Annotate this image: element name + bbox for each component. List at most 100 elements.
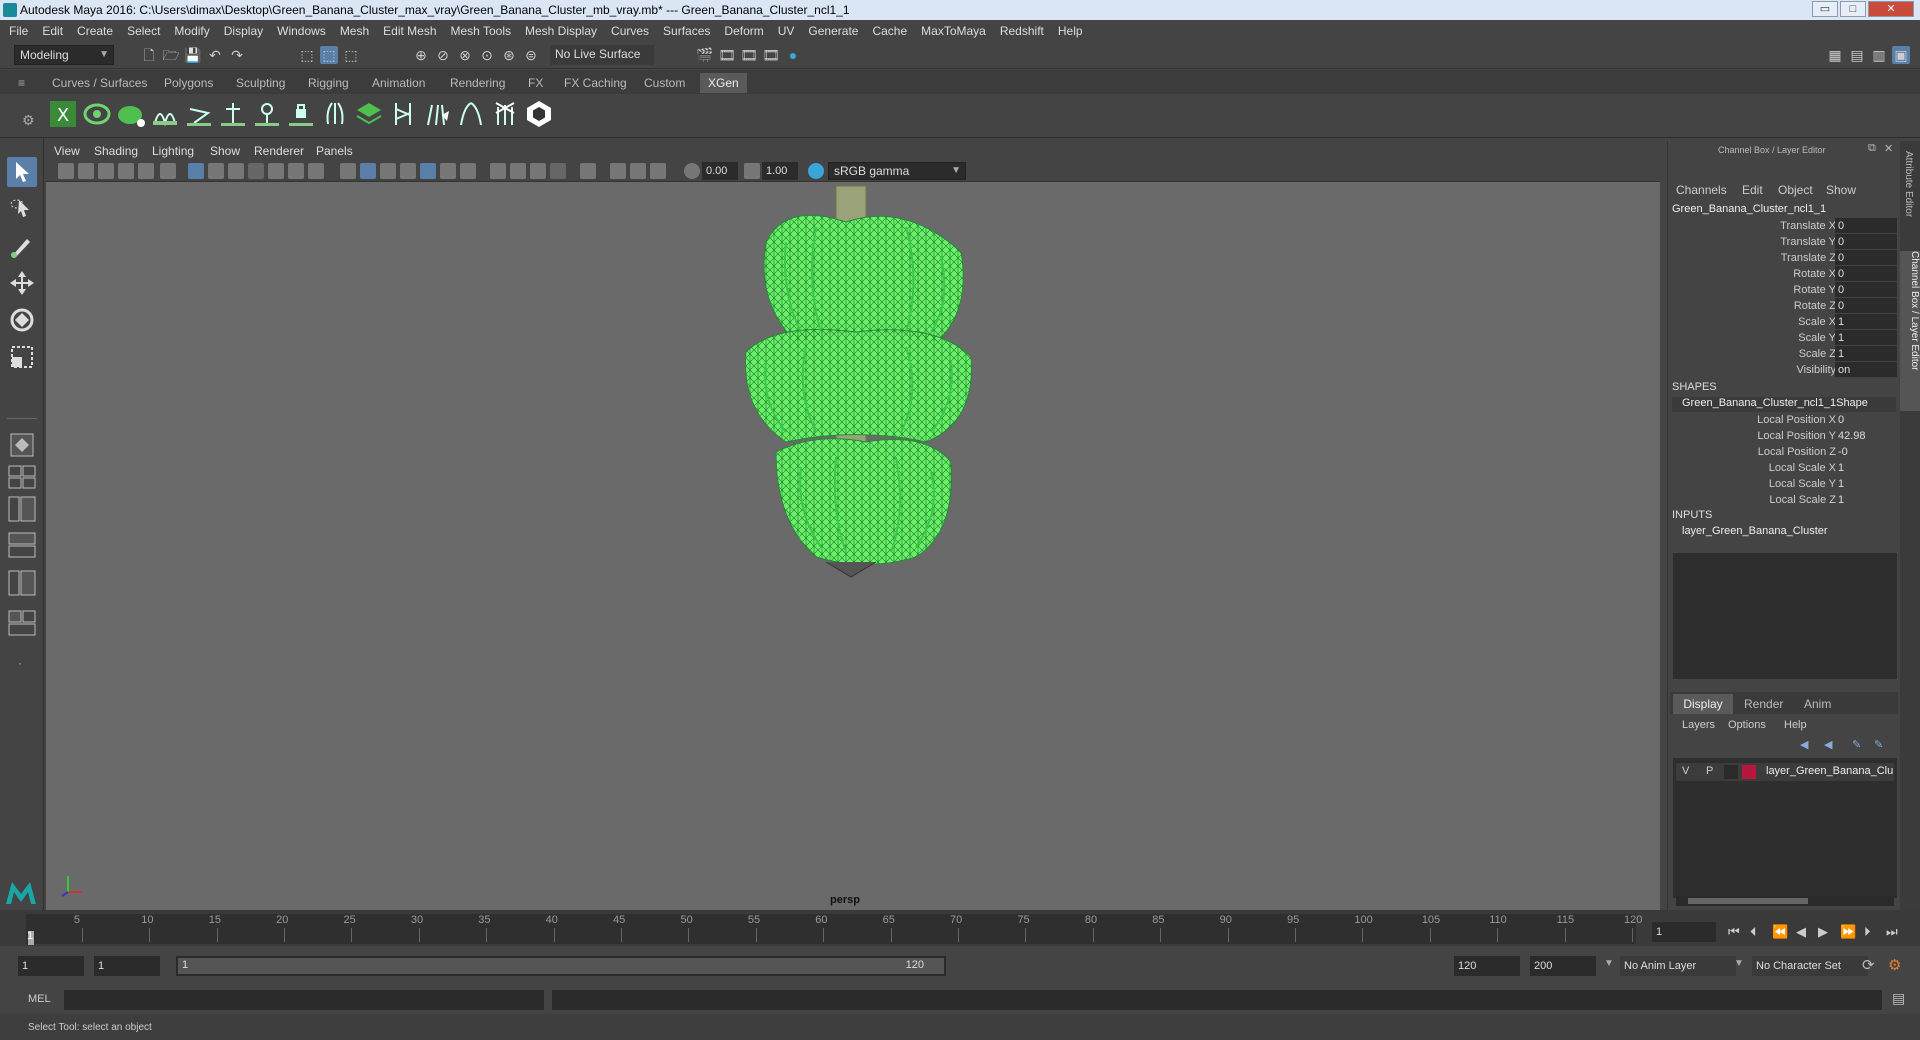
move-tool-icon[interactable]	[7, 268, 37, 298]
bookmark-icon[interactable]	[98, 163, 114, 179]
channel-row[interactable]: Rotate Z0	[1670, 298, 1898, 314]
shape-channel-row[interactable]: Local Scale Y1	[1670, 476, 1898, 492]
character-set-dropdown[interactable]: No Character Set	[1752, 956, 1868, 976]
exposure-icon[interactable]	[684, 163, 700, 179]
persp-graph-layout-icon[interactable]	[7, 530, 37, 560]
attribute-editor-tab[interactable]: Attribute Editor	[1903, 151, 1914, 217]
menu-select[interactable]: Select	[127, 24, 160, 38]
grease-pencil-icon[interactable]	[138, 163, 154, 179]
outliner-layout-icon[interactable]	[7, 568, 37, 598]
layer-tab-display[interactable]: Display	[1673, 694, 1733, 714]
move-layer-down-icon[interactable]: ◀	[1824, 738, 1832, 751]
channel-row[interactable]: Scale Z1	[1670, 346, 1898, 362]
menu-mesh[interactable]: Mesh	[340, 24, 369, 38]
channel-menu-object[interactable]: Object	[1778, 183, 1813, 197]
render-frame-icon[interactable]: 🎞	[718, 46, 736, 64]
shadows-icon[interactable]	[460, 163, 476, 179]
shelf-menu-icon[interactable]: ≡	[18, 76, 25, 90]
perspective-viewport[interactable]	[46, 182, 1660, 910]
select-component-icon[interactable]: ⬚	[342, 46, 360, 64]
lasso-tool-icon[interactable]	[7, 194, 37, 224]
xgen-comb-icon[interactable]	[422, 99, 452, 129]
gate-mask-icon[interactable]	[248, 163, 264, 179]
layer-tab-anim[interactable]: Anim	[1804, 697, 1831, 711]
go-to-end-icon[interactable]: ⏭	[1886, 924, 1898, 940]
shape-channel-row[interactable]: Local Position Z -0	[1670, 444, 1898, 460]
menu-modify[interactable]: Modify	[174, 24, 209, 38]
camera-attributes-icon[interactable]	[78, 163, 94, 179]
ipr-render-icon[interactable]: 🎞	[740, 46, 758, 64]
playback-end-field[interactable]: 120	[1454, 956, 1520, 976]
single-perspective-layout-icon[interactable]	[7, 430, 37, 460]
xgen-guide-curves-icon[interactable]	[320, 99, 350, 129]
channel-row[interactable]: Visibility on	[1670, 362, 1898, 378]
menu-windows[interactable]: Windows	[277, 24, 326, 38]
layer-menu-layers[interactable]: Layers	[1682, 719, 1715, 731]
shelf-tab-fx[interactable]: FX	[520, 73, 551, 93]
channel-row[interactable]: Translate X0	[1670, 218, 1898, 234]
banana-cluster-model[interactable]	[706, 182, 1026, 602]
layer-row[interactable]: V P layer_Green_Banana_Clu	[1676, 763, 1894, 781]
color-management-icon[interactable]	[808, 163, 824, 179]
shelf-tab-sculpting[interactable]: Sculpting	[228, 73, 293, 93]
film-gate-icon[interactable]	[208, 163, 224, 179]
shape-name[interactable]: Green_Banana_Cluster_ncl1_1Shape	[1672, 397, 1896, 412]
smooth-shade-icon[interactable]	[360, 163, 376, 179]
mel-label[interactable]: MEL	[28, 993, 51, 1005]
render-settings-icon[interactable]: 🎞	[762, 46, 780, 64]
gamma-icon[interactable]	[744, 163, 760, 179]
shelf-tab-rendering[interactable]: Rendering	[442, 73, 513, 93]
viewport-menu-lighting[interactable]: Lighting	[152, 144, 194, 158]
select-tool-icon[interactable]	[7, 157, 37, 187]
anti-aliasing-icon[interactable]	[530, 163, 546, 179]
gamma-field[interactable]: 1.00	[762, 162, 798, 180]
snap-point-icon[interactable]: ⊗	[456, 46, 474, 64]
script-editor-icon[interactable]: ▤	[1892, 990, 1905, 1007]
toolbox-more-icon[interactable]: ·	[18, 656, 22, 670]
animation-start-field[interactable]: 1	[18, 956, 84, 976]
viewport-menu-shading[interactable]: Shading	[94, 144, 138, 158]
move-layer-up-icon[interactable]: ◀	[1800, 738, 1808, 751]
toggle-channel-box-icon[interactable]: ▣	[1892, 46, 1910, 64]
toggle-attribute-editor-icon[interactable]: ▤	[1848, 46, 1866, 64]
undo-icon[interactable]: ↶	[206, 46, 224, 64]
close-panel-icon[interactable]: ✕	[1884, 142, 1893, 155]
menu-mesh-tools[interactable]: Mesh Tools	[451, 24, 511, 38]
layer-menu-help[interactable]: Help	[1784, 719, 1807, 731]
shelf-tab-custom[interactable]: Custom	[636, 73, 693, 93]
toggle-modeling-toolkit-icon[interactable]: ▦	[1826, 46, 1844, 64]
menu-curves[interactable]: Curves	[611, 24, 649, 38]
channel-box-tab[interactable]: Channel Box / Layer Editor	[1900, 251, 1920, 411]
screen-space-ao-icon[interactable]	[490, 163, 506, 179]
snap-curve-icon[interactable]: ⊘	[434, 46, 452, 64]
xgen-cut-icon[interactable]	[490, 99, 520, 129]
channel-row[interactable]: Scale Y1	[1670, 330, 1898, 346]
menu-uv[interactable]: UV	[778, 24, 795, 38]
xray-joints-icon[interactable]	[610, 163, 626, 179]
menu-mesh-display[interactable]: Mesh Display	[525, 24, 597, 38]
resolution-gate-icon[interactable]	[228, 163, 244, 179]
layer-color-swatch[interactable]	[1742, 765, 1756, 779]
float-panel-icon[interactable]: ⧉	[1868, 142, 1876, 155]
motion-blur-icon[interactable]	[510, 163, 526, 179]
xgen-create-description-icon[interactable]: X	[48, 99, 78, 129]
xray-components-icon[interactable]	[630, 163, 646, 179]
image-plane-icon[interactable]	[118, 163, 134, 179]
menu-file[interactable]: File	[9, 24, 28, 38]
xray-icon[interactable]	[420, 163, 436, 179]
two-d-pan-icon[interactable]	[160, 163, 176, 179]
viewport-menu-panels[interactable]: Panels	[316, 144, 353, 158]
step-forward-icon[interactable]: ⏵	[1864, 924, 1871, 940]
default-material-icon[interactable]	[380, 163, 396, 179]
time-slider-track[interactable]	[26, 914, 1636, 944]
live-surface-field[interactable]: No Live Surface	[550, 45, 654, 65]
color-space-dropdown[interactable]: sRGB gamma ▼	[828, 162, 966, 180]
shelf-tab-animation[interactable]: Animation	[364, 73, 433, 93]
channel-row[interactable]: Translate Z0	[1670, 250, 1898, 266]
new-layer-selected-icon[interactable]: ✎	[1874, 738, 1883, 751]
layer-tab-render[interactable]: Render	[1744, 697, 1783, 711]
menu-maxtomaya[interactable]: MaxToMaya	[921, 24, 986, 38]
step-back-icon[interactable]: ⏴	[1750, 924, 1757, 940]
wireframe-on-shaded-icon[interactable]	[400, 163, 416, 179]
layer-scrollbar[interactable]	[1676, 896, 1894, 906]
